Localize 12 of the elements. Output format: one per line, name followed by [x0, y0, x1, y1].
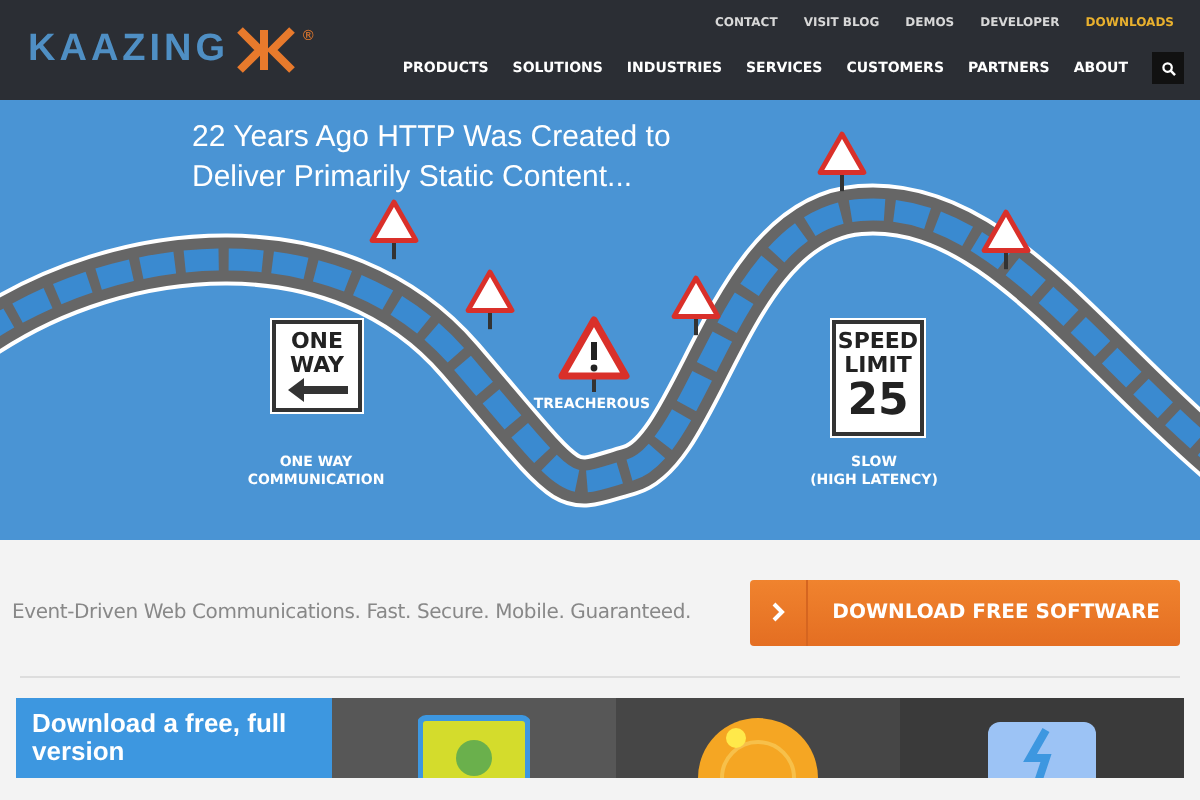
chevron-icon [771, 602, 786, 622]
one-way-sign: ONE WAY [272, 320, 362, 412]
search-icon [1161, 61, 1175, 75]
search-button[interactable] [1152, 52, 1184, 84]
logo-mark-icon [235, 26, 296, 74]
tagline: Event-Driven Web Communications. Fast. Secure. Mobile. Guaranteed. [12, 601, 691, 623]
speed-limit-sign: SPEED LIMIT 25 [832, 320, 924, 436]
hero-heading: 22 Years Ago HTTP Was Created to Deliver Primarily Static Content... [192, 118, 672, 198]
logo-text[interactable]: KAAZING [28, 28, 230, 72]
left-arrow-icon [285, 378, 349, 402]
promo-card: Download a free, full version [16, 698, 332, 778]
exclamation-warning-sign-icon [558, 316, 630, 392]
